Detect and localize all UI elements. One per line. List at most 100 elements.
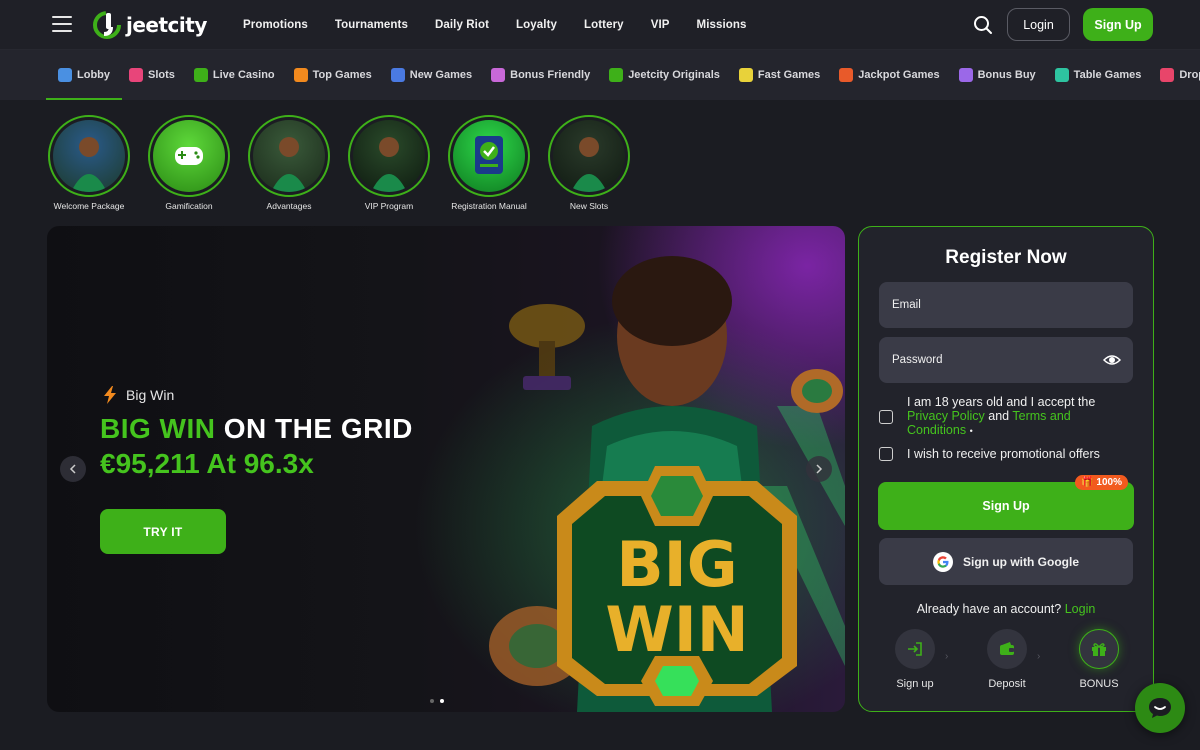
top-header: jeetcity Promotions Tournaments Daily Ri… [0, 0, 1200, 50]
terms-checkbox[interactable] [879, 410, 893, 424]
category-bonus-friendly[interactable]: Bonus Friendly [491, 50, 590, 100]
google-signup-button[interactable]: Sign up with Google [879, 538, 1133, 585]
story-ring [248, 115, 330, 197]
story-gamification[interactable]: Gamification [148, 115, 230, 211]
carousel-next-button[interactable] [806, 456, 832, 482]
story-advantages[interactable]: Advantages [248, 115, 330, 211]
category-jackpot-games[interactable]: Jackpot Games [839, 50, 940, 100]
story-welcome-package[interactable]: Welcome Package [48, 115, 130, 211]
try-it-button[interactable]: TRY IT [100, 509, 226, 554]
story-vip-program[interactable]: VIP Program [348, 115, 430, 211]
chevron-left-icon [69, 464, 76, 474]
category-slots[interactable]: Slots [129, 50, 175, 100]
signup-button[interactable]: Sign Up [1083, 8, 1153, 41]
chat-icon [1149, 698, 1171, 718]
story-new-slots[interactable]: New Slots [548, 115, 630, 211]
menu-icon[interactable] [52, 16, 72, 32]
story-figure-icon [571, 137, 607, 192]
gamepad-icon [175, 147, 203, 165]
story-ring [548, 115, 630, 197]
chevron-right-icon [816, 464, 823, 474]
terms-prefix: I am 18 years old and I accept the [907, 395, 1096, 409]
nav-vip[interactable]: VIP [651, 19, 670, 31]
email-field[interactable]: Email [879, 282, 1133, 328]
story-ring [448, 115, 530, 197]
main-nav: Promotions Tournaments Daily Riot Loyalt… [243, 0, 774, 50]
calendar-icon [390, 68, 405, 82]
category-list: Lobby Slots Live Casino Top Games New Games B… [46, 50, 1200, 100]
search-icon[interactable] [972, 14, 994, 36]
wallet-icon [987, 629, 1027, 669]
category-label: Live Casino [212, 69, 275, 81]
nav-daily-riot[interactable]: Daily Riot [435, 19, 489, 31]
jackpot-icon [839, 68, 854, 82]
story-label: New Slots [569, 201, 609, 211]
google-icon [933, 551, 953, 572]
category-label: Jackpot Games [858, 69, 940, 81]
logo[interactable]: jeetcity [92, 9, 207, 41]
google-signup-label: Sign up with Google [963, 554, 1079, 569]
category-live-casino[interactable]: Live Casino [193, 50, 275, 100]
category-bonus-buy[interactable]: Bonus Buy [958, 50, 1036, 100]
story-strip: Welcome Package Gamification Advantages VIP… [48, 115, 630, 211]
terms-row: I am 18 years old and I accept the Priva… [879, 395, 1122, 438]
category-label: Slots [148, 69, 175, 81]
hero-title: BIG WIN ON THE GRID [100, 413, 413, 445]
step-label: Deposit [988, 678, 1026, 690]
enter-icon [895, 629, 935, 669]
story-registration-manual[interactable]: Registration Manual [448, 115, 530, 211]
email-placeholder: Email [892, 299, 921, 311]
story-thumbnail [53, 120, 125, 192]
category-fast-games[interactable]: Fast Games [738, 50, 820, 100]
carousel-prev-button[interactable] [60, 456, 86, 482]
password-field[interactable]: Password [879, 337, 1133, 383]
story-thumbnail [353, 120, 425, 192]
category-drop[interactable]: Drop [1160, 50, 1200, 100]
register-signup-button[interactable]: Sign Up 🎁 100% [878, 475, 1134, 530]
category-label: Bonus Friendly [510, 69, 591, 81]
nav-promotions[interactable]: Promotions [243, 19, 308, 31]
hero-banner: BIG WIN Big Win BIG WIN ON THE GRID €95,… [47, 226, 845, 712]
jeetcity-logo-icon [93, 11, 121, 39]
bonus-badge: 🎁 100% [1075, 475, 1128, 490]
hero-amount: €95,211 At 96.3x [100, 448, 314, 479]
nav-loyalty[interactable]: Loyalty [516, 19, 557, 31]
login-button[interactable]: Login [1007, 8, 1070, 41]
category-new-games[interactable]: New Games [390, 50, 473, 100]
category-label: New Games [409, 69, 473, 81]
category-lobby[interactable]: Lobby [46, 50, 122, 100]
privacy-policy-link[interactable]: Privacy Policy [907, 409, 985, 423]
hero-title-highlight: BIG WIN [100, 413, 216, 444]
promo-label: I wish to receive promotional offers [907, 447, 1100, 461]
category-jeetcity-originals[interactable]: Jeetcity Originals [609, 50, 720, 100]
chat-button[interactable] [1135, 683, 1185, 733]
story-ring [48, 115, 130, 197]
login-link[interactable]: Login [1065, 602, 1096, 616]
step-label: BONUS [1079, 678, 1119, 690]
chevron-right-icon: › [945, 651, 949, 662]
eye-icon[interactable] [1103, 352, 1121, 368]
category-top-games[interactable]: Top Games [293, 50, 372, 100]
category-table-games[interactable]: Table Games [1054, 50, 1142, 100]
category-label: Top Games [312, 69, 372, 81]
nav-lottery[interactable]: Lottery [584, 19, 624, 31]
story-figure-icon [271, 137, 307, 192]
category-label: Table Games [1073, 69, 1142, 81]
already-account: Already have an account? Login [859, 602, 1153, 616]
hero-tag-label: Big Win [126, 387, 175, 403]
register-signup-label: Sign Up [982, 499, 1030, 513]
drop-icon [1160, 68, 1175, 82]
nav-missions[interactable]: Missions [697, 19, 747, 31]
carousel-dot[interactable] [430, 699, 434, 703]
promo-checkbox[interactable] [879, 447, 893, 461]
nav-tournaments[interactable]: Tournaments [335, 19, 408, 31]
carousel-dot-active[interactable] [440, 699, 444, 703]
category-label: Drop [1179, 69, 1200, 81]
story-ring [348, 115, 430, 197]
step-label: Sign up [896, 678, 934, 690]
story-figure-icon [71, 137, 107, 192]
story-ring [148, 115, 230, 197]
story-label: Registration Manual [451, 201, 527, 211]
story-figure-icon [371, 137, 407, 192]
bonus-steps: Sign up › Deposit › BONUS [885, 629, 1129, 690]
